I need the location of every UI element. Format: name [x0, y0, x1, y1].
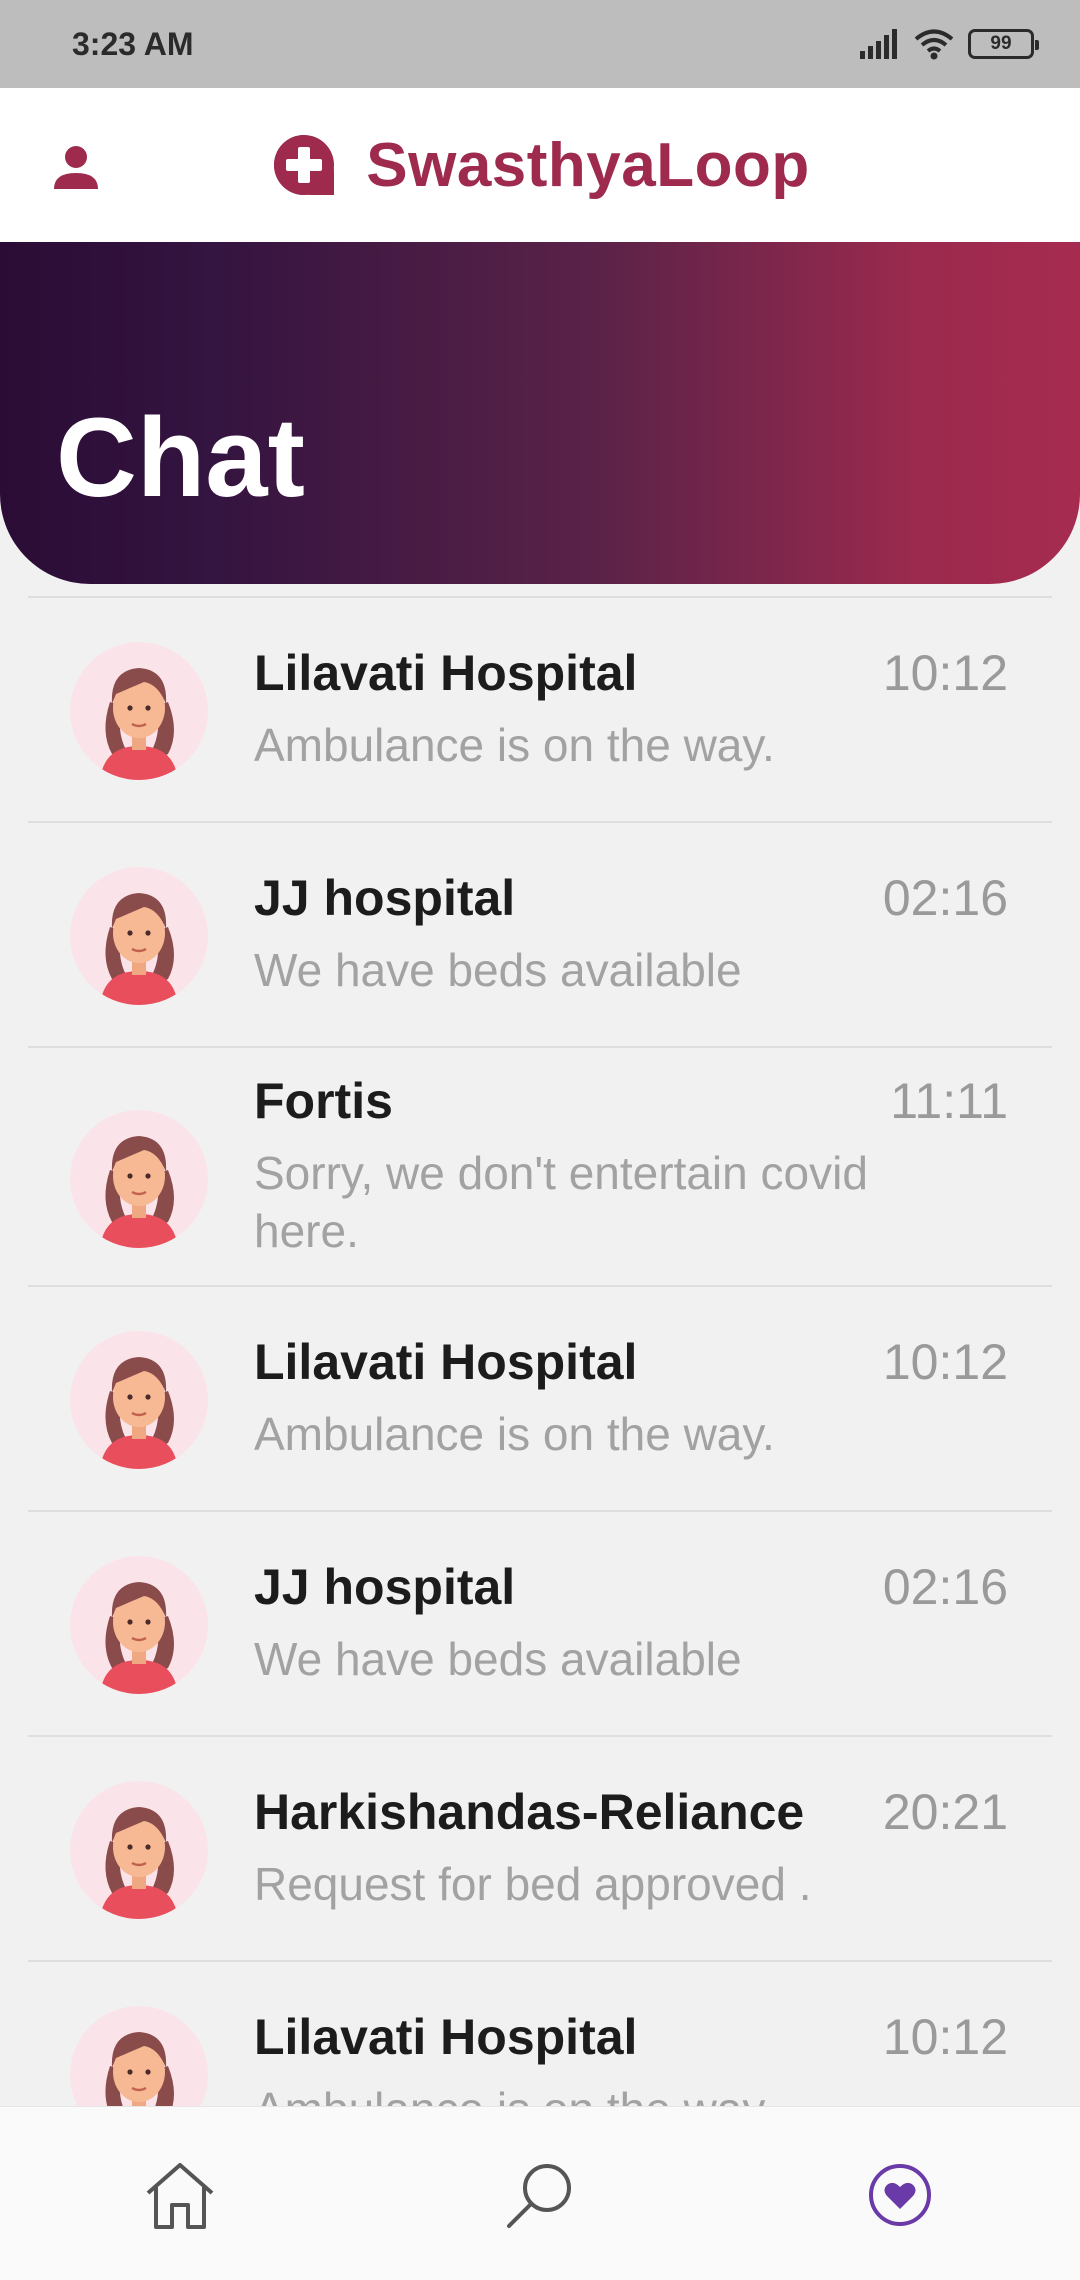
header-banner: Chat [0, 242, 1080, 584]
avatar-woman-icon [100, 1136, 178, 1248]
heart-icon [869, 2164, 931, 2226]
avatar [70, 1331, 208, 1469]
chat-message: Sorry, we don't entertain covid here. [254, 1147, 868, 1257]
chat-name: Lilavati Hospital [254, 1334, 638, 1390]
battery-icon: 99 [968, 29, 1039, 59]
status-bar: 3:23 AM 99 [0, 0, 1080, 88]
brand-title: SwasthyaLoop [366, 130, 810, 200]
profile-button[interactable] [40, 132, 112, 204]
search-icon [507, 2164, 571, 2228]
chat-time: 02:16 [882, 1559, 1008, 1615]
chat-item[interactable]: Harkishandas-Reliance 20:21 Request for … [28, 1735, 1052, 1960]
chat-name: JJ hospital [254, 1559, 516, 1615]
battery-level: 99 [990, 33, 1012, 54]
chat-name: JJ hospital [254, 870, 516, 926]
avatar [70, 1781, 208, 1919]
chat-message: Ambulance is on the way. [254, 719, 775, 771]
page-title: Chat [56, 395, 305, 520]
bottom-nav [0, 2106, 1080, 2280]
chat-message: Request for bed approved . [254, 1858, 812, 1910]
avatar [70, 1556, 208, 1694]
home-icon [146, 2163, 214, 2229]
chat-time: 10:12 [882, 645, 1008, 701]
chat-time: 11:11 [890, 1073, 1008, 1129]
status-time: 3:23 AM [72, 25, 194, 62]
chat-item[interactable]: JJ hospital 02:16 We have beds available [28, 1510, 1052, 1735]
chat-time: 10:12 [882, 2009, 1008, 2065]
avatar-woman-icon [105, 2032, 174, 2106]
medical-cross-icon [274, 135, 335, 195]
chat-item[interactable]: JJ hospital 02:16 We have beds available [28, 821, 1052, 1046]
chat-message: We have beds available [254, 944, 742, 996]
chat-time: 02:16 [882, 870, 1008, 926]
chat-list[interactable]: Lilavati Hospital 10:12 Ambulance is on … [28, 596, 1052, 2106]
avatar [70, 1110, 208, 1248]
avatar-woman-icon [100, 668, 178, 780]
avatar [70, 642, 208, 780]
avatar-woman-icon [100, 893, 178, 1005]
avatar-woman-icon [100, 1582, 178, 1694]
chat-time: 10:12 [882, 1334, 1008, 1390]
avatar-woman-icon [100, 1357, 178, 1469]
chat-item[interactable]: Lilavati Hospital 10:12 Ambulance is on … [28, 1285, 1052, 1510]
chat-message: We have beds available [254, 1633, 742, 1685]
app-bar: SwasthyaLoop [0, 88, 1080, 242]
avatar [70, 867, 208, 1005]
chat-item[interactable]: Lilavati Hospital 10:12 Ambulance is on … [28, 596, 1052, 821]
chat-item[interactable]: Lilavati Hospital 10:12 Ambulance is on … [28, 1960, 1052, 2106]
wifi-icon [914, 29, 954, 60]
avatar [70, 2006, 208, 2106]
chat-time: 20:21 [882, 1784, 1008, 1840]
brand: SwasthyaLoop [270, 130, 810, 201]
chat-name: Fortis [254, 1073, 393, 1129]
chat-item[interactable]: Fortis 11:11 Sorry, we don't entertain c… [28, 1046, 1052, 1285]
nav-home-button[interactable] [140, 2155, 220, 2235]
chat-message: Ambulance is on the way. [254, 2080, 934, 2106]
chat-message: Ambulance is on the way. [254, 1408, 775, 1460]
status-icons: 99 [858, 28, 1039, 60]
avatar-woman-icon [100, 1807, 178, 1919]
chat-name: Lilavati Hospital [254, 2009, 638, 2065]
signal-icon [860, 29, 897, 59]
nav-favorites-button[interactable] [860, 2155, 940, 2235]
chat-name: Harkishandas-Reliance [254, 1784, 805, 1840]
nav-search-button[interactable] [500, 2155, 580, 2235]
person-icon [54, 146, 98, 189]
chat-name: Lilavati Hospital [254, 645, 638, 701]
